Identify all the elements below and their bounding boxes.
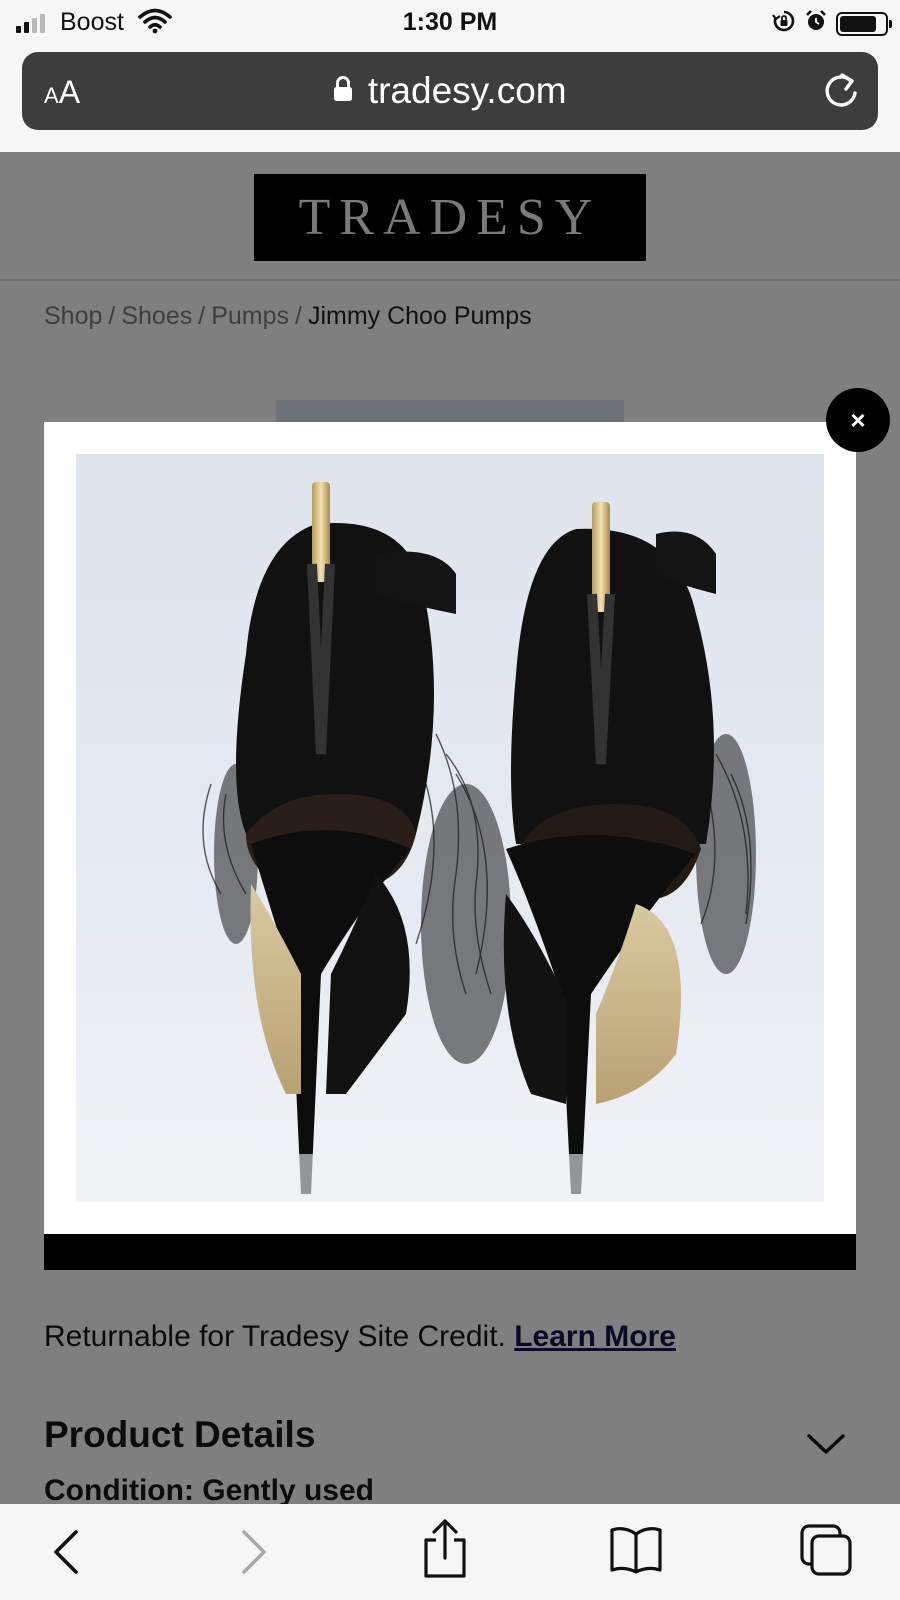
status-bar: Boost 1:30 PM	[0, 0, 900, 46]
forward-icon[interactable]	[236, 1526, 272, 1583]
site-header: TRADESY	[0, 152, 900, 281]
address-bar[interactable]: AA tradesy.com	[22, 52, 878, 130]
back-icon[interactable]	[48, 1526, 84, 1583]
breadcrumb-shoes[interactable]: Shoes	[121, 302, 192, 330]
alarm-icon	[804, 9, 828, 38]
breadcrumb-current: Jimmy Choo Pumps	[307, 302, 532, 330]
chevron-down-icon[interactable]	[806, 1432, 846, 1461]
reload-icon[interactable]	[822, 71, 860, 116]
tabs-icon[interactable]	[798, 1522, 854, 1583]
lock-icon	[333, 75, 353, 107]
status-time: 1:30 PM	[402, 8, 498, 36]
breadcrumb-pumps[interactable]: Pumps	[211, 302, 289, 330]
breadcrumb-shop[interactable]: Shop	[44, 302, 102, 330]
breadcrumb: Shop / Shoes / Pumps / Jimmy Choo Pumps	[44, 302, 532, 330]
tradesy-logo[interactable]: TRADESY	[254, 174, 646, 261]
condition-label: Condition: Gently used	[44, 1474, 374, 1507]
browser-toolbar	[0, 1504, 900, 1600]
browser-address-area: AA tradesy.com	[0, 46, 900, 152]
close-button[interactable]: ×	[826, 388, 890, 452]
product-details-title[interactable]: Product Details	[44, 1414, 315, 1456]
bookmarks-icon[interactable]	[608, 1524, 664, 1581]
battery-icon	[836, 11, 892, 36]
orientation-lock-icon	[772, 9, 796, 38]
add-to-bag-bar[interactable]	[44, 1234, 856, 1270]
learn-more-link[interactable]: Learn More	[514, 1320, 676, 1353]
returnable-notice: Returnable for Tradesy Site Credit. Lear…	[44, 1320, 676, 1353]
share-icon[interactable]	[420, 1518, 470, 1585]
image-lightbox	[44, 422, 856, 1234]
product-photo	[76, 454, 824, 1202]
url-domain[interactable]: tradesy.com	[368, 70, 567, 111]
